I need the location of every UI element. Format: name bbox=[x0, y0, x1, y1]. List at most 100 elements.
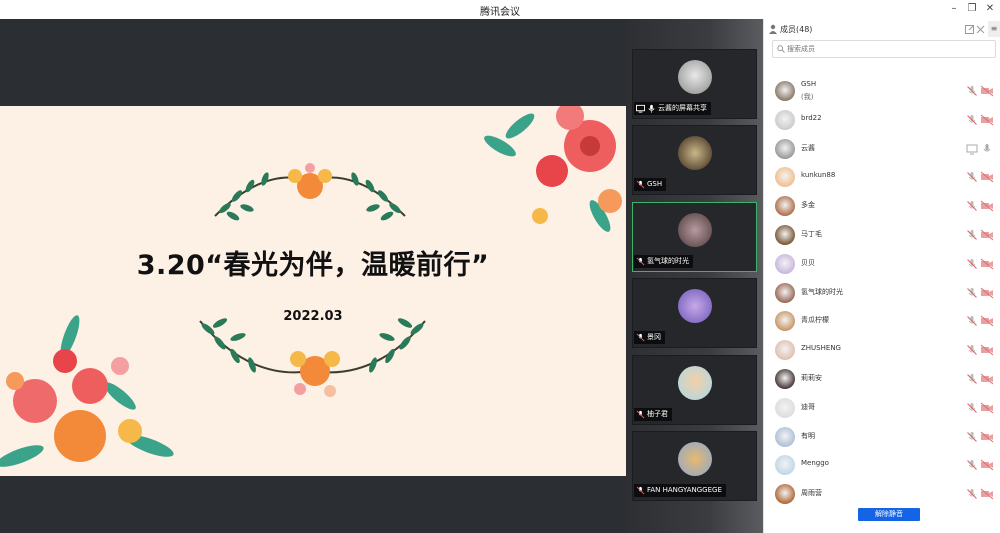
microphone-icon bbox=[648, 104, 655, 113]
video-tile[interactable]: FAN HANGYANGGEGE bbox=[632, 431, 757, 501]
member-avatar bbox=[775, 369, 795, 389]
members-panel-title: 成员(48) bbox=[780, 25, 813, 34]
member-name: 青瓜柠檬 bbox=[801, 316, 829, 325]
microphone-muted-icon bbox=[636, 257, 645, 266]
microphone-muted-icon[interactable] bbox=[966, 488, 978, 500]
member-avatar bbox=[775, 109, 795, 130]
member-search-input[interactable] bbox=[787, 43, 987, 55]
microphone-muted-icon[interactable] bbox=[966, 258, 978, 270]
video-tile-label: FAN HANGYANGGEGE bbox=[647, 486, 722, 494]
member-row[interactable]: GSH (我) bbox=[764, 77, 996, 105]
person-icon bbox=[769, 24, 777, 34]
camera-off-icon[interactable] bbox=[980, 488, 994, 500]
video-tile[interactable]: 景冈 bbox=[632, 278, 757, 348]
camera-off-icon[interactable] bbox=[980, 344, 994, 356]
member-search-box[interactable] bbox=[772, 40, 996, 58]
member-row[interactable]: 云酱 bbox=[764, 135, 996, 163]
member-name: 多金 bbox=[801, 201, 815, 210]
member-avatar bbox=[775, 484, 795, 505]
camera-off-icon[interactable] bbox=[980, 459, 994, 471]
member-avatar bbox=[775, 426, 795, 447]
flowers-top-right-decoration bbox=[484, 106, 622, 232]
camera-off-icon[interactable] bbox=[980, 315, 994, 327]
unmute-all-button[interactable]: 解除静音 bbox=[858, 508, 920, 521]
title-bar: 腾讯会议 – ❐ ✕ bbox=[0, 0, 1000, 19]
microphone-icon[interactable] bbox=[980, 143, 994, 155]
member-avatar bbox=[775, 225, 795, 245]
member-row[interactable]: 有明 bbox=[764, 423, 996, 451]
member-row[interactable]: 氢气球的时光 bbox=[764, 279, 996, 307]
popout-icon[interactable] bbox=[965, 25, 974, 34]
member-name: 氢气球的时光 bbox=[801, 287, 843, 296]
member-row[interactable]: brd22 bbox=[764, 106, 996, 134]
slide-title: 3.20“春光为伴，温暖前行” bbox=[136, 250, 490, 281]
member-row[interactable]: Menggo bbox=[764, 451, 996, 479]
window-title: 腾讯会议 bbox=[480, 7, 520, 18]
participant-avatar bbox=[678, 366, 712, 400]
close-button[interactable]: ✕ bbox=[982, 2, 998, 16]
camera-off-icon[interactable] bbox=[980, 258, 994, 270]
restore-button[interactable]: ❐ bbox=[964, 2, 980, 16]
member-name: 有明 bbox=[801, 431, 815, 440]
participant-avatar bbox=[678, 60, 712, 94]
laurel-top-decoration bbox=[214, 163, 406, 221]
camera-off-icon[interactable] bbox=[980, 402, 994, 414]
member-row[interactable]: 青瓜柠檬 bbox=[764, 307, 996, 335]
member-name: ZHUSHENG bbox=[801, 344, 841, 353]
camera-off-icon[interactable] bbox=[980, 287, 994, 299]
members-panel-header: 成员(48) ≡ bbox=[764, 19, 1000, 40]
minimize-button[interactable]: – bbox=[946, 2, 962, 16]
more-menu-button[interactable]: ≡ bbox=[988, 21, 1000, 37]
video-tile[interactable]: GSH bbox=[632, 125, 757, 195]
microphone-muted-icon[interactable] bbox=[966, 315, 978, 327]
microphone-muted-icon[interactable] bbox=[966, 171, 978, 183]
microphone-muted-icon bbox=[636, 333, 645, 342]
video-tile[interactable]: 柚子君 bbox=[632, 355, 757, 425]
member-row[interactable]: kunkun88 bbox=[764, 163, 996, 191]
close-icon[interactable] bbox=[976, 25, 985, 34]
video-tile[interactable]: 云酱的屏幕共享 bbox=[632, 49, 757, 119]
microphone-muted-icon[interactable] bbox=[966, 344, 978, 356]
microphone-muted-icon[interactable] bbox=[966, 229, 978, 241]
participant-avatar bbox=[678, 136, 712, 170]
screen-share-icon[interactable] bbox=[966, 143, 978, 155]
camera-off-icon[interactable] bbox=[980, 171, 994, 183]
microphone-muted-icon[interactable] bbox=[966, 85, 978, 97]
microphone-muted-icon[interactable] bbox=[966, 459, 978, 471]
microphone-muted-icon[interactable] bbox=[966, 287, 978, 299]
member-row[interactable]: ZHUSHENG bbox=[764, 336, 996, 364]
video-tile-label: 景冈 bbox=[647, 333, 661, 341]
camera-off-icon[interactable] bbox=[980, 85, 994, 97]
participant-avatar bbox=[678, 289, 712, 323]
microphone-muted-icon[interactable] bbox=[966, 431, 978, 443]
microphone-muted-icon bbox=[636, 486, 645, 495]
camera-off-icon[interactable] bbox=[980, 373, 994, 385]
microphone-muted-icon[interactable] bbox=[966, 200, 978, 212]
members-panel: 成员(48) ≡ GSH (我) brd22 云酱 kunkun88 多金马丁毛贝贝氢气球… bbox=[763, 19, 1000, 533]
camera-off-icon[interactable] bbox=[980, 200, 994, 212]
member-row[interactable]: 贝贝 bbox=[764, 250, 996, 278]
microphone-muted-icon[interactable] bbox=[966, 373, 978, 385]
camera-off-icon[interactable] bbox=[980, 114, 994, 126]
microphone-muted-icon[interactable] bbox=[966, 402, 978, 414]
microphone-muted-icon[interactable] bbox=[966, 114, 978, 126]
video-tile-active-speaker[interactable]: 氢气球的时光 bbox=[632, 202, 757, 272]
member-name: 迪哥 bbox=[801, 402, 815, 411]
video-tile-label: 柚子君 bbox=[647, 410, 668, 418]
member-row[interactable]: 迪哥 bbox=[764, 394, 996, 422]
member-row[interactable]: 马丁毛 bbox=[764, 221, 996, 249]
member-name: 马丁毛 bbox=[801, 230, 822, 238]
member-row[interactable]: 多金 bbox=[764, 192, 996, 220]
member-self-note: (我) bbox=[801, 93, 814, 101]
member-row[interactable]: 莉莉安 bbox=[764, 365, 996, 393]
member-avatar bbox=[775, 253, 795, 274]
shared-screen: 3.20“春光为伴，温暖前行” 2022.03 bbox=[0, 19, 626, 533]
microphone-muted-icon bbox=[636, 180, 645, 189]
member-avatar bbox=[775, 81, 795, 101]
member-row[interactable]: 周雨营 bbox=[764, 480, 996, 508]
member-avatar bbox=[775, 167, 795, 188]
member-avatar bbox=[775, 340, 795, 361]
member-avatar bbox=[775, 282, 795, 303]
camera-off-icon[interactable] bbox=[980, 229, 994, 241]
camera-off-icon[interactable] bbox=[980, 431, 994, 443]
